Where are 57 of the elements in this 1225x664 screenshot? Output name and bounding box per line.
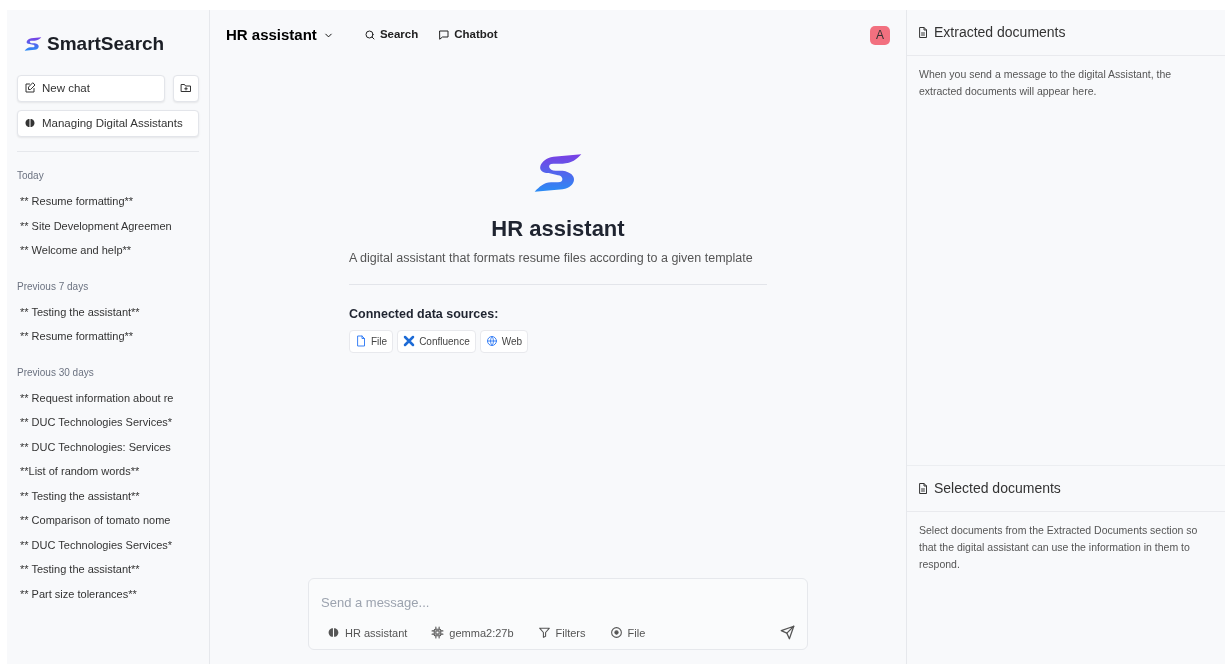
globe-icon <box>485 335 498 347</box>
target-icon <box>609 626 623 640</box>
assistants-button[interactable]: Managing Digital Assistants <box>17 109 199 137</box>
nav-link[interactable]: Search <box>363 26 419 44</box>
data-source-chip: Confluence <box>397 329 476 353</box>
history-item[interactable]: ** Part size tolerances** <box>17 581 140 606</box>
folder-icon <box>180 82 192 95</box>
composer-tool-button[interactable]: File <box>609 624 646 641</box>
history-item[interactable]: ** DUC Technologies Services* <box>17 532 176 557</box>
composer-tool-button[interactable]: gemma2:27b <box>431 624 514 641</box>
history-item[interactable]: ** DUC Technologies Services* <box>17 410 176 435</box>
history-group-label: Previous 7 days <box>17 279 90 294</box>
panel-title: Extracted documents <box>934 23 1066 42</box>
history-item[interactable]: ** DUC Technologies: Services <box>17 434 174 459</box>
message-composer[interactable]: Send a message... HR assistant gemma2:27b Filters File <box>308 578 808 650</box>
history-item[interactable]: ** Testing the assistant** <box>17 483 143 508</box>
data-source-chip: File <box>349 329 394 353</box>
edit-icon <box>24 82 36 95</box>
history-item[interactable]: ** Comparison of tomato nome <box>17 508 174 533</box>
history-item[interactable]: ** Request information about re <box>17 385 177 410</box>
panel-description: Select documents from the Extracted Documents section so that the digital assistant can use the information in them to respond. <box>918 523 1199 572</box>
history-group-label: Previous 30 days <box>17 365 95 380</box>
panel-description: When you send a message to the digital Assistant, the extracted documents will appear here. <box>918 67 1173 99</box>
panel-title: Selected documents <box>934 479 1061 498</box>
document-icon <box>917 26 929 39</box>
chip-icon <box>431 626 445 640</box>
composer-tool-button[interactable]: HR assistant <box>327 624 408 641</box>
chat-bubble-icon <box>438 29 451 41</box>
history-group-label: Today <box>17 169 45 183</box>
brain-icon <box>24 117 36 130</box>
sources-label: Connected data sources: <box>349 305 500 323</box>
history-item[interactable]: ** Resume formatting** <box>17 189 137 214</box>
composer-tool-button[interactable]: Filters <box>537 624 586 641</box>
document-icon <box>917 482 929 495</box>
assistant-description: A digital assistant that formats resume files according to a given template <box>349 250 754 267</box>
logo-icon <box>23 35 43 54</box>
history-item[interactable]: ** Testing the assistant** <box>17 557 143 582</box>
document-icon <box>355 335 367 347</box>
history-item[interactable]: ** Welcome and help** <box>17 238 135 263</box>
nav-link[interactable]: Chatbot <box>438 26 498 44</box>
history-item[interactable]: ** Testing the assistant** <box>17 299 143 324</box>
history-item[interactable]: **List of random words** <box>17 459 143 484</box>
assistant-title: HR assistant <box>490 215 626 243</box>
data-source-chip: Web <box>479 329 529 353</box>
new-folder-button[interactable] <box>173 74 199 102</box>
cross-icon <box>403 335 416 347</box>
user-avatar[interactable]: A <box>870 25 890 45</box>
brand-name: SmartSearch <box>47 32 165 56</box>
send-icon <box>780 625 795 641</box>
history-item[interactable]: ** Resume formatting** <box>17 324 137 349</box>
search-icon <box>363 29 376 41</box>
filter-icon <box>537 626 551 640</box>
send-button[interactable] <box>780 625 795 641</box>
history-item[interactable]: ** Site Development Agreemen <box>17 213 175 238</box>
assistant-selector[interactable]: HR assistant <box>226 23 334 47</box>
brain-icon <box>327 626 340 640</box>
new-chat-button[interactable]: New chat <box>17 74 165 102</box>
